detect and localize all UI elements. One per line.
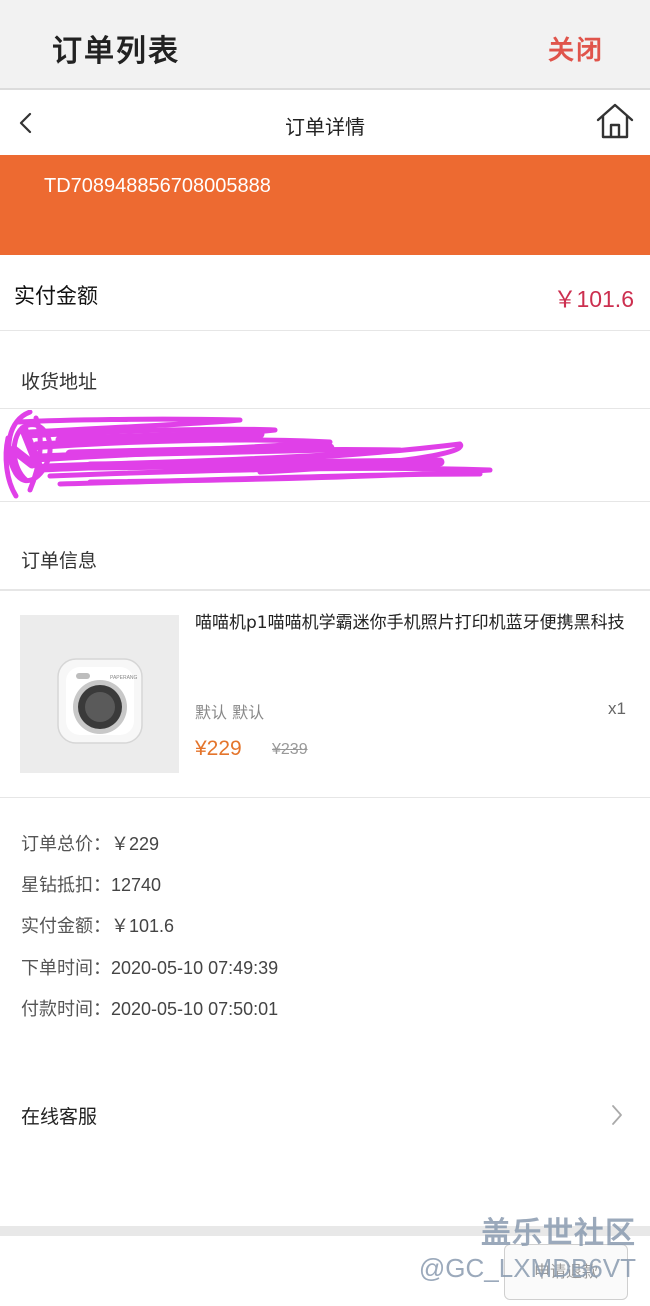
- watermark-community: 盖乐世社区: [481, 1216, 636, 1251]
- page-title: 订单列表: [52, 34, 180, 69]
- nav-title: 订单详情: [285, 115, 365, 139]
- product-spec: 默认 默认: [195, 703, 265, 722]
- chevron-right-icon: [612, 1105, 622, 1125]
- order-banner: TD708948856708005888: [0, 155, 650, 255]
- order-number: TD708948856708005888: [44, 175, 271, 197]
- product-price: ¥229: [195, 737, 242, 760]
- paid-amount-label: 实付金额: [14, 284, 98, 308]
- order-info-header: 订单信息: [0, 502, 650, 590]
- product-name[interactable]: 喵喵机p1喵喵机学霸迷你手机照片打印机蓝牙便携黑科技: [195, 613, 625, 634]
- address-header-label: 收货地址: [21, 371, 98, 393]
- customer-service-row[interactable]: 在线客服: [0, 1082, 650, 1146]
- summary-row-total: 订单总价：￥229: [21, 834, 160, 855]
- address-content-redacted: [0, 410, 650, 502]
- summary-row-order-time: 下单时间：2020-05-10 07:49:39: [21, 957, 279, 979]
- product-image: PAPERANG: [20, 615, 179, 773]
- summary-row-paid: 实付金额：￥101.6: [21, 916, 175, 938]
- watermark-user: @GC_LXMDB6VT: [418, 1253, 636, 1283]
- paid-amount-row: 实付金额 ￥101.6: [0, 255, 650, 331]
- paid-amount-value: ￥101.6: [553, 286, 634, 312]
- nav-bar: 订单详情: [0, 92, 650, 155]
- summary-row-pay-time: 付款时间：2020-05-10 07:50:01: [21, 998, 279, 1020]
- customer-service-label: 在线客服: [21, 1106, 98, 1128]
- product-original-price: ¥239: [272, 741, 308, 758]
- product-item[interactable]: PAPERANG 喵喵机p1喵喵机学霸迷你手机照片打印机蓝牙便携黑科技 默认 默…: [0, 590, 650, 798]
- order-info-header-label: 订单信息: [21, 550, 98, 572]
- summary-row-diamond-deduction: 星钻抵扣：12740: [21, 875, 162, 897]
- address-header: 收货地址: [0, 331, 650, 409]
- home-icon[interactable]: [594, 100, 636, 142]
- top-bar: 订单列表 关闭: [0, 0, 650, 90]
- order-summary: 订单总价：￥229 星钻抵扣：12740 实付金额：￥101.6 下单时间：20…: [21, 830, 278, 1036]
- close-button[interactable]: 关闭: [548, 30, 604, 67]
- redaction-scribble: [3, 410, 493, 499]
- product-image-brand: PAPERANG: [110, 675, 138, 681]
- product-quantity: x1: [608, 699, 626, 718]
